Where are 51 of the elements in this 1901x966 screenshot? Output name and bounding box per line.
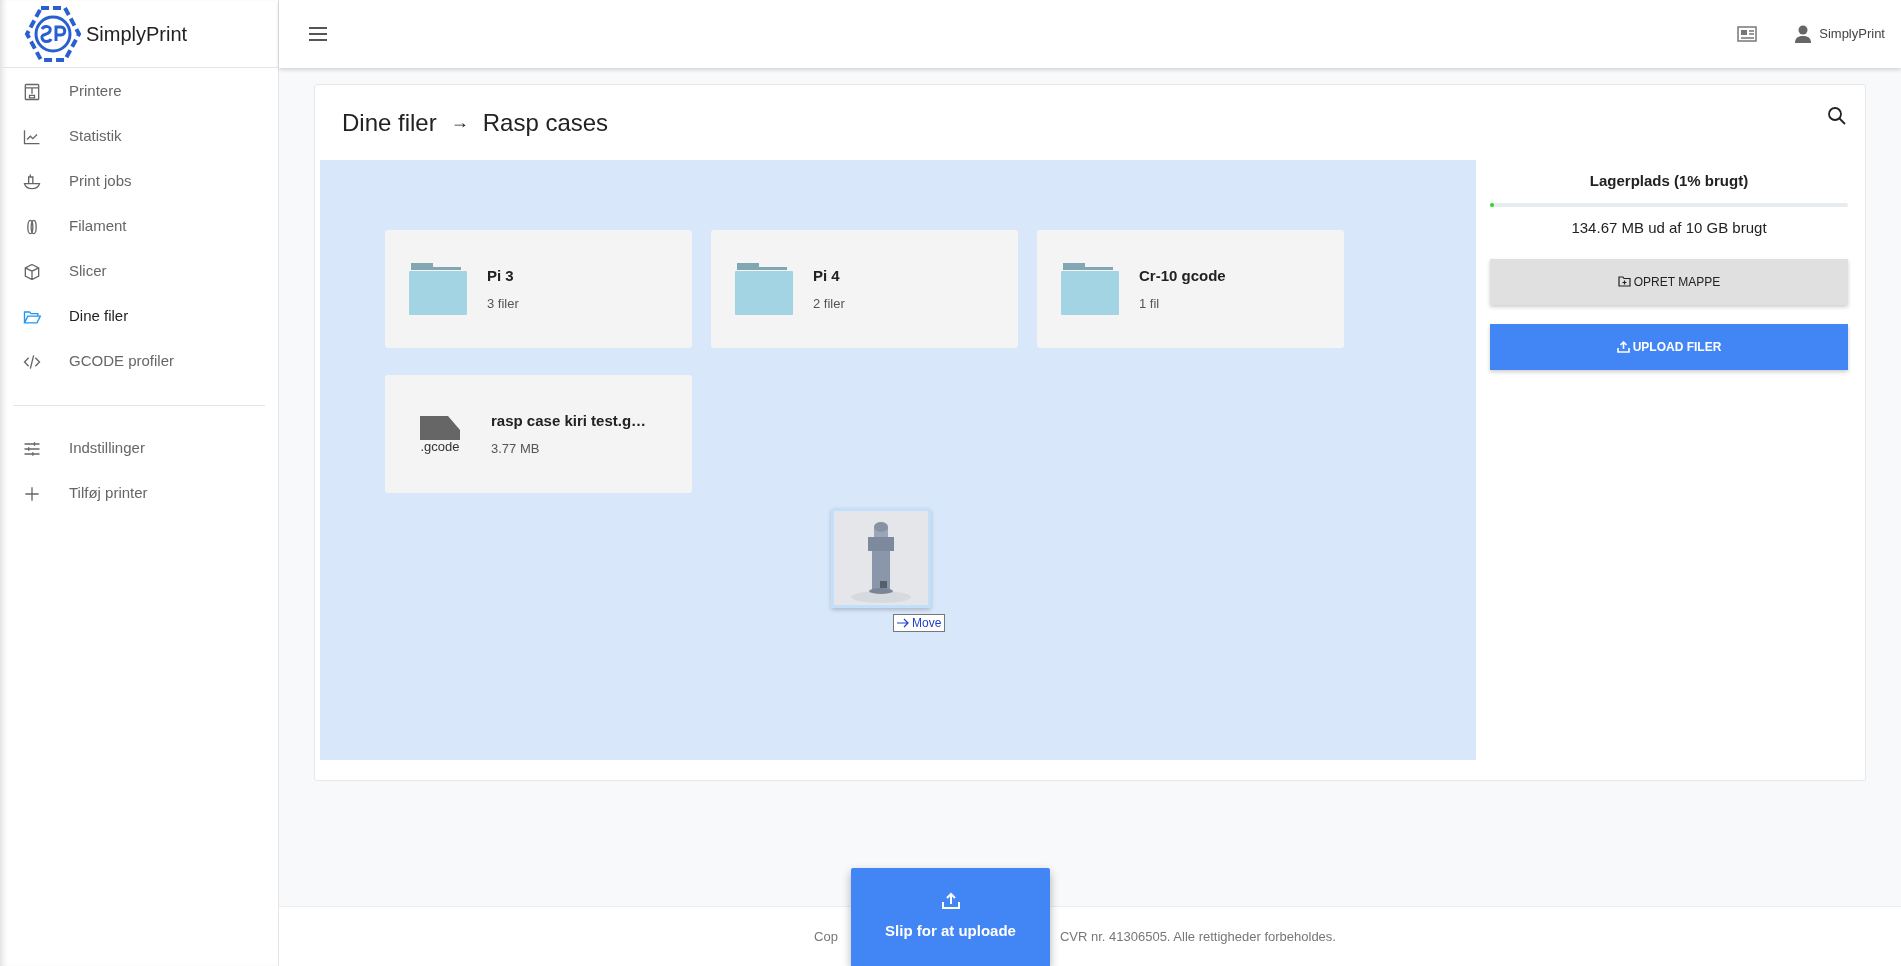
folder-card[interactable]: Pi 3 3 filer [385, 230, 692, 348]
sidebar-item[interactable]: Dine filer [0, 294, 278, 339]
new-folder-button[interactable]: OPRET MAPPE [1490, 258, 1848, 305]
cube-icon [22, 261, 42, 282]
breadcrumb-link[interactable]: Dine filer [342, 104, 437, 141]
file-meta: 3.77 MB [491, 439, 541, 458]
storage-usage: 134.67 MB ud af 10 GB brugt [1570, 218, 1768, 238]
folder-icon [735, 263, 793, 315]
footer-text-start: Cop [814, 927, 838, 946]
file-name: rasp case kiri test.g… [491, 411, 647, 431]
sidebar-item[interactable]: Slicer [0, 249, 278, 294]
search-icon[interactable] [1827, 105, 1847, 126]
sidebar-item[interactable]: Indstillinger [0, 426, 278, 471]
folder-icon [409, 263, 467, 315]
folder-card[interactable]: Pi 4 2 filer [711, 230, 1018, 348]
folder-card[interactable]: Cr-10 gcode 1 fil [1037, 230, 1344, 348]
sidebar-item[interactable]: Filament [0, 204, 278, 249]
sidebar-item[interactable]: Tilføj printer [0, 471, 278, 516]
file-meta: 1 fil [1139, 294, 1161, 313]
upload-icon [1616, 340, 1630, 353]
breadcrumb-current: Rasp cases [482, 107, 609, 138]
sidebar-item[interactable]: Print jobs [0, 159, 278, 204]
breadcrumb-separator: → [450, 111, 469, 134]
file-name: Pi 3 [487, 266, 515, 286]
arrow-icon [897, 618, 909, 628]
menu-icon[interactable] [309, 27, 327, 41]
file-icon [420, 415, 460, 440]
upload-button[interactable]: UPLOAD FILER [1490, 323, 1848, 370]
file-card[interactable]: .gcode rasp case kiri test.g… 3.77 MB [385, 375, 692, 493]
printer-icon [22, 81, 42, 102]
footer-text: CVR nr. 41306505. Alle rettigheder forbeholdes. [1059, 927, 1336, 946]
sidebar-item[interactable]: GCODE profiler [0, 339, 278, 384]
file-extension: .gcode [420, 439, 460, 453]
drop-zone[interactable]: Pi 3 3 filer Pi 4 2 filer Cr-10 gcode 1 fil .gcode rasp case kiri test.g… 3.77 MB Move [320, 160, 1476, 760]
user-menu[interactable]: SimplyPrint [1795, 24, 1885, 44]
file-name: Pi 4 [813, 266, 841, 286]
storage-title: Lagerplads (1% brugt) [1588, 171, 1750, 191]
user-icon [1795, 25, 1812, 43]
sidebar-item[interactable]: Printere [0, 69, 278, 114]
logo-icon [24, 4, 82, 63]
file-meta: 2 filer [813, 294, 845, 313]
sidebar-item[interactable]: Statistik [0, 114, 278, 159]
brand-name: SimplyPrint [86, 21, 188, 47]
drop-upload-button[interactable]: Slip for at uploade [851, 868, 1050, 966]
file-name: Cr-10 gcode [1139, 266, 1226, 286]
folder-icon [1061, 263, 1119, 315]
drag-hint-text: Move [912, 615, 942, 631]
folder-plus-icon [1617, 276, 1631, 287]
newspaper-icon[interactable] [1737, 26, 1758, 42]
file-meta: 3 filer [487, 294, 519, 313]
upload-icon [940, 891, 961, 910]
